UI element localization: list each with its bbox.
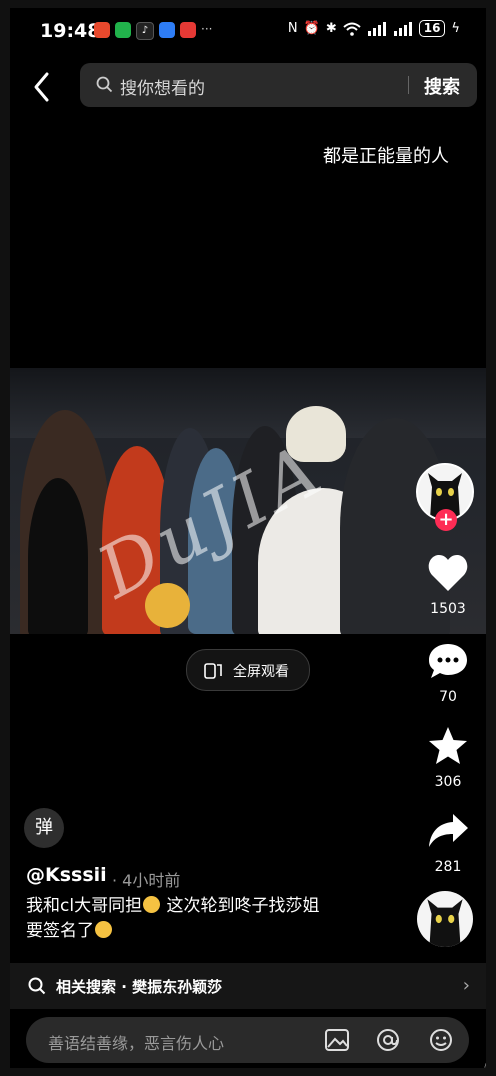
like-count: 1503	[430, 601, 466, 617]
image-icon[interactable]	[324, 1028, 350, 1052]
post-description: 我和cl大哥同担 这次轮到咚子找莎姐 要签名了	[26, 894, 366, 944]
news-app-icon	[180, 22, 196, 38]
search-icon	[96, 76, 113, 93]
search-divider	[408, 76, 409, 94]
corner-text: 饮	[484, 1060, 486, 1068]
battery-level: 16	[418, 20, 446, 37]
fullscreen-icon	[204, 663, 222, 679]
bluetooth-icon: ✱	[325, 21, 337, 36]
favorite-button[interactable]: 306	[410, 726, 486, 790]
favorite-count: 306	[434, 774, 462, 790]
heart-icon	[428, 555, 468, 591]
status-bar: 19:48 ♪ ··· N ⏰ ✱ 16 ϟ	[10, 8, 486, 56]
like-button[interactable]: 1503	[410, 553, 486, 617]
wifi-icon	[343, 22, 361, 36]
alarm-icon: ⏰	[303, 21, 320, 36]
star-icon	[429, 727, 467, 764]
related-search-label: 相关搜索 · 樊振东孙颖莎	[56, 978, 223, 996]
share-button[interactable]: 281	[410, 811, 486, 875]
blush-emoji-icon	[143, 896, 161, 913]
follow-button[interactable]: +	[435, 509, 457, 531]
danmaku-toggle[interactable]: 弹	[24, 808, 64, 848]
wechat-icon	[115, 22, 131, 38]
share-count: 281	[434, 859, 462, 875]
comment-input[interactable]: 善语结善缘，恶言伤人心	[48, 1030, 224, 1054]
post-time: · 4小时前	[112, 871, 181, 890]
signal-icon-2	[393, 21, 412, 36]
search-bar[interactable]: 搜你想看的 搜索	[80, 63, 477, 107]
chevron-right-icon: ›	[462, 975, 470, 996]
back-arrow-icon[interactable]	[30, 70, 54, 104]
mention-icon[interactable]	[375, 1028, 401, 1052]
fullscreen-button[interactable]: 全屏观看	[186, 649, 310, 691]
smile-emoji-icon	[95, 921, 112, 938]
more-notifications-icon: ···	[201, 22, 213, 36]
douyin-icon: ♪	[136, 22, 154, 40]
description-text-3: 要签名了	[26, 921, 94, 941]
author-name[interactable]: @Ksssii	[26, 864, 107, 886]
nfc-icon: N	[287, 21, 298, 36]
black-cat-disc-icon	[427, 899, 463, 947]
person-left-coat	[28, 478, 88, 634]
description-text-1: 我和cl大哥同担	[26, 896, 143, 916]
music-disc-avatar[interactable]	[417, 891, 473, 947]
notification-icons: ♪ ···	[94, 22, 212, 40]
search-input[interactable]: 搜你想看的	[120, 74, 205, 99]
comment-input-bar[interactable]: 善语结善缘，恶言伤人心	[26, 1017, 469, 1063]
comment-icon	[429, 644, 467, 678]
search-button[interactable]: 搜索	[424, 73, 460, 99]
related-search-bar[interactable]: 相关搜索 · 樊振东孙颖莎 ›	[10, 963, 486, 1009]
share-arrow-icon	[429, 814, 468, 847]
phone-screen: 19:48 ♪ ··· N ⏰ ✱ 16 ϟ 搜你想看的 搜索 都是正能量的人	[10, 8, 486, 1068]
comment-button[interactable]: 70	[410, 641, 486, 705]
charging-icon: ϟ	[451, 21, 460, 36]
emoji-icon[interactable]	[428, 1028, 454, 1052]
system-indicators: N ⏰ ✱ 16 ϟ	[288, 20, 460, 37]
video-caption: 都是正能量的人	[323, 146, 449, 167]
comment-count: 70	[439, 689, 457, 705]
signal-icon-1	[367, 21, 386, 36]
browser-icon	[159, 22, 175, 38]
related-search-icon	[28, 977, 46, 995]
fullscreen-label: 全屏观看	[233, 664, 289, 680]
description-text-2: 这次轮到咚子找莎姐	[161, 896, 320, 916]
status-time: 19:48	[40, 20, 101, 42]
app-notification-icon	[94, 22, 110, 38]
